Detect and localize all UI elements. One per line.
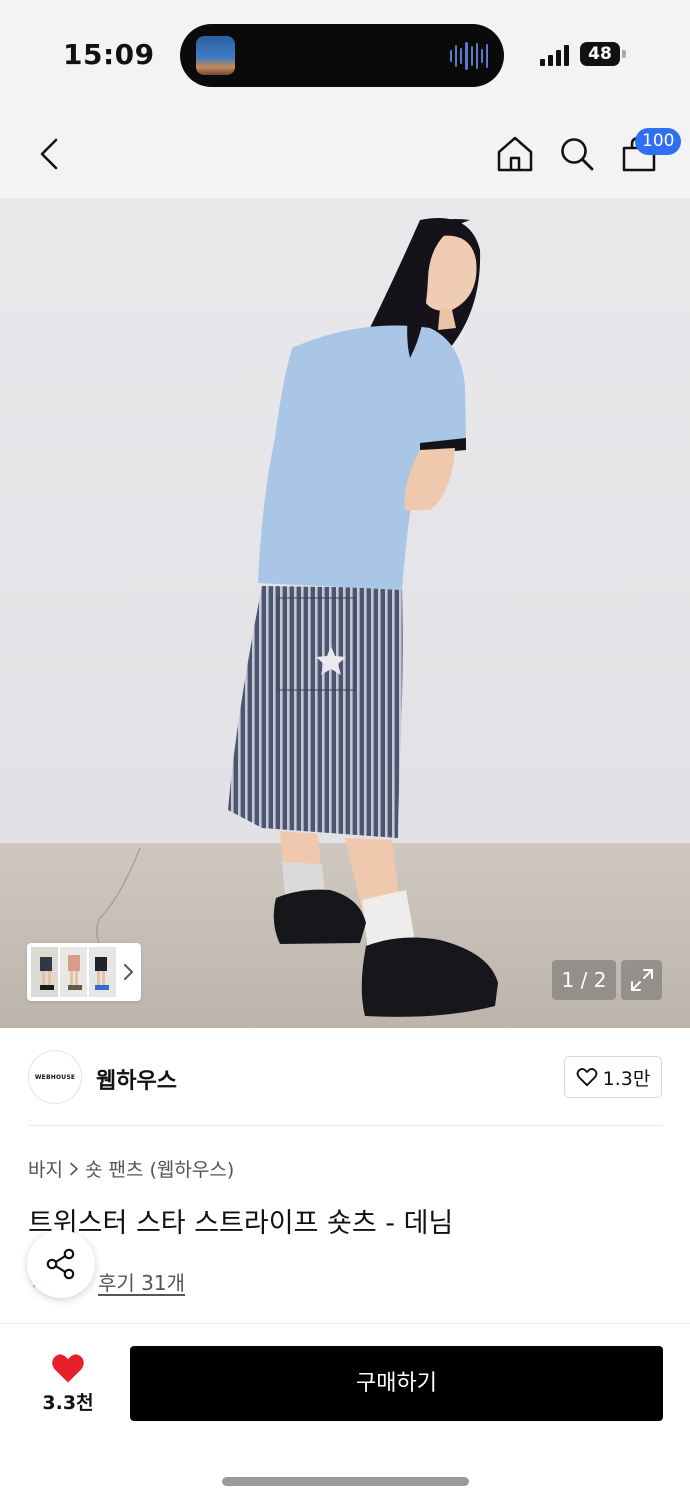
product-title: 트위스터 스타 스트라이프 숏츠 - 데님	[28, 1208, 454, 1239]
brand-row[interactable]: WEBHOUSE 웹하우스 1.3만	[0, 1028, 690, 1126]
review-link[interactable]: 후기 31개	[98, 1267, 185, 1296]
breadcrumb-category[interactable]: 바지	[28, 1155, 63, 1182]
battery-icon: 48	[580, 42, 620, 66]
home-indicator[interactable]	[222, 1477, 469, 1486]
thumbnail-image	[60, 947, 87, 997]
battery-tip	[622, 50, 626, 58]
thumbnail-image	[31, 947, 58, 997]
search-button[interactable]	[552, 110, 602, 198]
top-nav-bar	[0, 110, 690, 198]
chevron-right-icon	[124, 964, 133, 980]
status-bar: 15:09 48	[0, 0, 690, 110]
chevron-right-icon	[70, 1162, 78, 1175]
brand-like-count: 1.3만	[602, 1067, 651, 1090]
breadcrumb: 바지 숏 팬츠 (웹하우스)	[28, 1155, 234, 1182]
product-like-count: 3.3천	[42, 1391, 94, 1414]
cellular-signal-icon	[540, 44, 572, 66]
buy-button[interactable]: 구매하기	[130, 1346, 663, 1421]
search-icon	[561, 138, 594, 171]
cart-count-badge: 100	[635, 128, 682, 155]
now-playing-artwork	[196, 36, 235, 75]
expand-image-button[interactable]	[621, 960, 662, 1000]
back-button[interactable]	[22, 110, 76, 198]
bottom-bar-divider	[0, 1323, 690, 1324]
section-divider	[28, 1125, 662, 1126]
product-photo	[0, 218, 690, 1028]
share-button[interactable]	[27, 1230, 95, 1298]
expand-icon	[630, 969, 653, 991]
thumbnail-strip[interactable]	[27, 943, 141, 1001]
chevron-left-icon	[40, 138, 58, 170]
share-icon	[46, 1248, 75, 1280]
heart-filled-icon	[52, 1353, 84, 1383]
brand-name[interactable]: 웹하우스	[96, 1063, 177, 1095]
brand-logo[interactable]: WEBHOUSE	[28, 1050, 82, 1104]
home-button[interactable]	[490, 110, 540, 198]
brand-like-button[interactable]: 1.3만	[564, 1056, 662, 1098]
home-icon	[497, 136, 533, 172]
audio-waveform-icon	[450, 41, 488, 71]
thumbnail-image	[89, 947, 116, 997]
product-image-gallery[interactable]: 1 / 2	[0, 198, 690, 1028]
product-like-button[interactable]: 3.3천	[28, 1345, 108, 1421]
breadcrumb-subcategory[interactable]: 숏 팬츠 (웹하우스)	[85, 1155, 234, 1182]
dynamic-island[interactable]	[180, 24, 504, 87]
heart-outline-icon	[576, 1068, 597, 1087]
status-time: 15:09	[63, 38, 155, 71]
image-page-counter: 1 / 2	[552, 960, 616, 1000]
